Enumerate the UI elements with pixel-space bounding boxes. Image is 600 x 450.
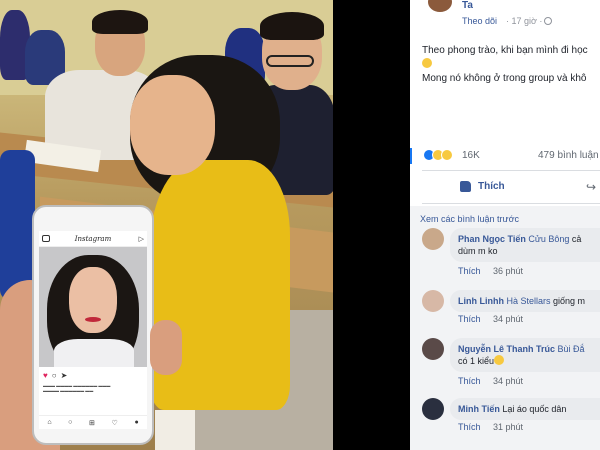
- view-previous-comments[interactable]: Xem các bình luận trước: [420, 214, 519, 224]
- post-text-line: Theo phong trào, khi bạn mình đi học: [422, 45, 588, 56]
- comment-like-link[interactable]: Thích: [458, 266, 481, 276]
- direct-icon: ▷: [138, 235, 144, 243]
- commenter-avatar[interactable]: [422, 398, 444, 420]
- comment-meta: Thích 36 phút: [458, 266, 523, 276]
- comment-time[interactable]: 34 phút: [493, 376, 523, 386]
- like-button[interactable]: Thích: [478, 181, 505, 192]
- heart-icon: ♥: [43, 371, 48, 380]
- comment-like-link[interactable]: Thích: [458, 422, 481, 432]
- post-text: Theo phong trào, khi bạn mình đi học Mon…: [422, 44, 600, 86]
- comment-text: cả: [569, 234, 582, 244]
- comment-text: Lại áo quốc dân: [499, 404, 567, 414]
- comment-meta: Thích 34 phút: [458, 376, 523, 386]
- home-icon: ⌂: [47, 419, 52, 426]
- share-icon[interactable]: ↪: [586, 180, 596, 194]
- commenter-name[interactable]: Minh Tiến: [458, 404, 500, 414]
- instagram-actions: ♥ ○ ➤: [43, 371, 67, 380]
- post-text-line: Mong nó không ở trong group và khô: [422, 73, 587, 84]
- profile-icon: ●: [134, 419, 139, 426]
- author-avatar[interactable]: [426, 0, 454, 14]
- comment-bubble: Linh Linhh Hà Stellars giống m: [450, 290, 600, 312]
- comment-time[interactable]: 34 phút: [493, 314, 523, 324]
- commenter-avatar[interactable]: [422, 338, 444, 360]
- comment-text: giống m: [550, 296, 586, 306]
- comments-section: Xem các bình luận trước Phan Ngọc Tiến C…: [410, 206, 600, 450]
- comment-item: Phan Ngọc Tiến Cửu Bông cả dùm m ko Thíc…: [410, 228, 600, 286]
- post-header: Ta Theo dõi · 17 giờ ·: [410, 0, 600, 32]
- commenter-avatar[interactable]: [422, 228, 444, 250]
- comment-item: Nguyễn Lê Thanh Trúc Bùi Đắ có 1 kiểu Th…: [410, 338, 600, 396]
- commenter-name[interactable]: Linh Linhh: [458, 296, 504, 306]
- search-icon: ○: [68, 419, 73, 426]
- comment-bubble: Nguyễn Lê Thanh Trúc Bùi Đắ có 1 kiểu: [450, 338, 600, 372]
- paper: [155, 410, 195, 450]
- lips: [85, 317, 101, 322]
- instagram-header: Instagram ▷: [39, 231, 147, 247]
- glasses: [266, 55, 314, 67]
- like-thumb-icon[interactable]: [460, 181, 471, 192]
- commenter-name[interactable]: Phan Ngọc Tiến: [458, 234, 526, 244]
- comment-text: dùm m ko: [458, 246, 498, 256]
- comment-bubble: Minh Tiến Lại áo quốc dân: [450, 398, 600, 420]
- comment-time[interactable]: 31 phút: [493, 422, 523, 432]
- divider: [422, 170, 600, 171]
- time-text: · 17 giờ ·: [506, 16, 543, 26]
- comment-icon: ○: [51, 371, 57, 380]
- laughing-emoji-icon: [494, 355, 505, 365]
- thumb: [150, 320, 182, 375]
- classroom-photo: Instagram ▷ ♥ ○ ➤ ▬▬▬ ▬▬▬▬ ▬▬▬▬▬▬ ▬▬▬ ▬▬▬▬ …: [0, 0, 333, 450]
- tagged-user[interactable]: Hà Stellars: [507, 296, 551, 306]
- add-icon: ⊞: [89, 419, 95, 427]
- globe-icon: [544, 17, 553, 25]
- girl-face: [130, 75, 215, 175]
- follow-button[interactable]: Theo dõi: [462, 16, 497, 26]
- share-icon: ➤: [60, 371, 68, 380]
- comment-item: Minh Tiến Lại áo quốc dân Thích 31 phút: [410, 398, 600, 450]
- tagged-user[interactable]: Cửu Bông: [528, 234, 569, 244]
- sad-reaction-icon: [441, 149, 453, 161]
- tagged-user[interactable]: Bùi Đắ: [558, 344, 585, 354]
- comment-meta: Thích 34 phút: [458, 314, 523, 324]
- phone: Instagram ▷ ♥ ○ ➤ ▬▬▬ ▬▬▬▬ ▬▬▬▬▬▬ ▬▬▬ ▬▬▬▬ …: [32, 205, 154, 445]
- instagram-logo: Instagram: [74, 234, 112, 243]
- phone-screen: Instagram ▷ ♥ ○ ➤ ▬▬▬ ▬▬▬▬ ▬▬▬▬▬▬ ▬▬▬ ▬▬▬▬ …: [39, 231, 147, 429]
- action-row: Thích ↪: [410, 176, 600, 200]
- comment-time[interactable]: 36 phút: [493, 266, 523, 276]
- instagram-nav: ⌂ ○ ⊞ ♡ ●: [39, 415, 147, 429]
- comment-like-link[interactable]: Thích: [458, 314, 481, 324]
- laughing-emoji-icon: [422, 58, 432, 68]
- author-name[interactable]: Ta: [462, 0, 473, 11]
- boy-hair: [92, 10, 148, 34]
- student-blue-shirt: [0, 150, 35, 300]
- divider: [422, 203, 600, 204]
- comment-bubble: Phan Ngọc Tiến Cửu Bông cả dùm m ko: [450, 228, 600, 262]
- laugh-emoji-line: [422, 58, 600, 72]
- heart-icon: ♡: [111, 419, 118, 427]
- boy-hair: [260, 12, 324, 40]
- camera-icon: [42, 235, 50, 242]
- comment-text: có 1 kiểu: [458, 356, 495, 366]
- comment-count[interactable]: 479 bình luận: [538, 150, 599, 161]
- comment-like-link[interactable]: Thích: [458, 376, 481, 386]
- commenter-avatar[interactable]: [422, 290, 444, 312]
- post-time: · 17 giờ ·: [506, 16, 553, 26]
- black-gap: [333, 0, 410, 450]
- instagram-photo: [39, 247, 147, 367]
- face: [69, 267, 117, 333]
- shirt: [54, 339, 134, 367]
- facebook-post-panel: Ta Theo dõi · 17 giờ · Theo phong trào, …: [410, 0, 600, 450]
- reaction-icons: [423, 149, 453, 161]
- instagram-caption: ▬▬▬ ▬▬▬▬ ▬▬▬▬▬▬ ▬▬▬ ▬▬▬▬ ▬▬▬▬▬▬ ▬▬: [43, 383, 111, 393]
- reaction-count[interactable]: 16K: [462, 150, 480, 161]
- comment-meta: Thích 31 phút: [458, 422, 523, 432]
- reactions-bar[interactable]: 16K 479 bình luận: [410, 145, 600, 167]
- commenter-name[interactable]: Nguyễn Lê Thanh Trúc: [458, 344, 555, 354]
